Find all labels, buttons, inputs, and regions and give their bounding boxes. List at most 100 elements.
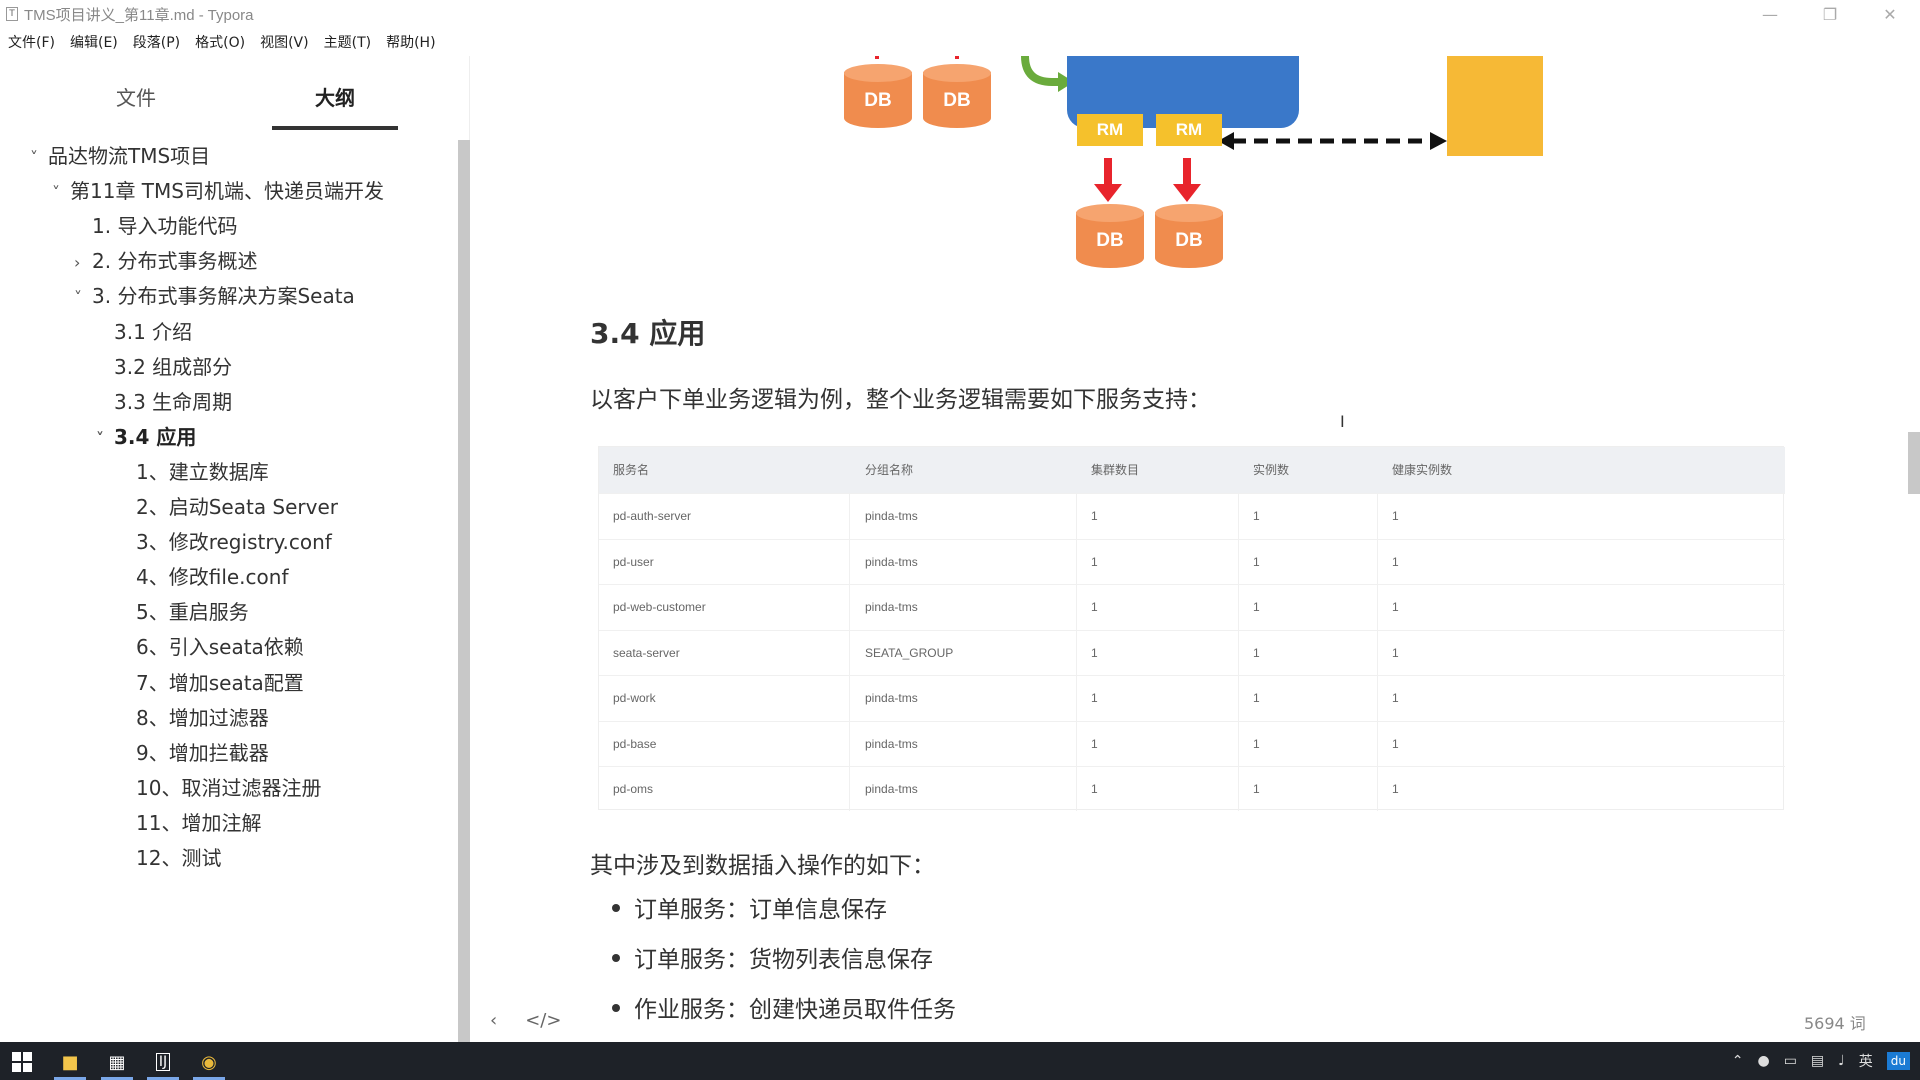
- rm-box: RM: [1156, 114, 1222, 146]
- table-row: pd-oms pinda-tms 1 1 1: [599, 766, 1785, 811]
- menu-format[interactable]: 格式(O): [195, 32, 245, 52]
- chevron-left-icon[interactable]: ‹: [490, 1010, 497, 1031]
- outline-item[interactable]: 11、增加注解: [118, 805, 261, 841]
- table-cell: pd-work: [613, 691, 656, 705]
- outline-item[interactable]: 9、增加拦截器: [118, 735, 269, 771]
- outline-item[interactable]: ˅ 品达物流TMS项目: [30, 138, 210, 174]
- microphone-icon[interactable]: ●: [1757, 1053, 1769, 1069]
- chevron-down-icon[interactable]: ˅: [74, 280, 92, 316]
- menu-help[interactable]: 帮助(H): [386, 32, 435, 52]
- window-controls: — ❐ ✕: [1740, 0, 1920, 28]
- outline-item[interactable]: 4、修改file.conf: [118, 559, 289, 595]
- table-cell: 1: [1253, 782, 1260, 796]
- table-cell: SEATA_GROUP: [865, 645, 954, 660]
- chevron-down-icon[interactable]: ˅: [52, 175, 70, 211]
- tab-files[interactable]: 文件: [73, 76, 199, 124]
- menu-file[interactable]: 文件(F): [8, 32, 55, 52]
- menu-bar: 文件(F) 编辑(E) 段落(P) 格式(O) 视图(V) 主题(T) 帮助(H…: [0, 30, 451, 54]
- menu-edit[interactable]: 编辑(E): [70, 32, 118, 52]
- windows-start-icon[interactable]: [0, 1046, 44, 1078]
- minimize-icon[interactable]: —: [1740, 0, 1800, 28]
- outline-item[interactable]: 6、引入seata依赖: [118, 629, 304, 665]
- outline-item[interactable]: 3、修改registry.conf: [118, 524, 332, 560]
- title-bar: T TMS项目讲义_第11章.md - Typora — ❐ ✕: [0, 0, 1920, 28]
- menu-paragraph[interactable]: 段落(P): [133, 32, 180, 52]
- close-icon[interactable]: ✕: [1860, 0, 1920, 28]
- outline-item[interactable]: ˅ 3.4 应用: [96, 419, 196, 455]
- table-cell: 1: [1091, 736, 1098, 751]
- menu-theme[interactable]: 主题(T): [324, 32, 371, 52]
- baidu-ime-icon[interactable]: du: [1886, 1052, 1910, 1070]
- table-cell: 1: [1091, 600, 1098, 614]
- outline-item-label: 3.2 组成部分: [114, 354, 233, 379]
- db-top: [1076, 204, 1144, 222]
- db-cylinder: DB: [844, 64, 912, 134]
- outline-item-label: 3、修改registry.conf: [136, 530, 332, 555]
- outline-item-label: 3.3 生命周期: [114, 389, 233, 414]
- content-scrollbar[interactable]: [1908, 432, 1920, 494]
- chevron-down-icon[interactable]: ˅: [96, 421, 114, 457]
- table-cell: 1: [1253, 600, 1260, 614]
- word-count[interactable]: 5694 词: [1804, 1010, 1866, 1034]
- chrome-icon[interactable]: ◉: [187, 1046, 231, 1080]
- outline-item[interactable]: 10、取消过滤器注册: [118, 770, 321, 806]
- tab-outline-label: 大纲: [315, 86, 355, 110]
- outline-item[interactable]: 8、增加过滤器: [118, 700, 269, 736]
- editor-content[interactable]: DB DB RM RM DB DB 3.4 应用 以客户下单业务逻辑为例，整个业…: [472, 56, 1902, 1042]
- typora-icon[interactable]: ▦: [95, 1046, 139, 1080]
- tab-outline[interactable]: 大纲: [272, 76, 398, 130]
- folder-glyph: ■: [61, 1051, 79, 1073]
- db-top: [923, 64, 991, 82]
- table-cell: 1: [1253, 554, 1260, 569]
- outline-item[interactable]: › 2. 分布式事务概述: [74, 243, 257, 279]
- outline-item[interactable]: ˅ 第11章 TMS司机端、快递员端开发: [52, 173, 384, 209]
- outline-item[interactable]: 12、测试: [118, 840, 221, 876]
- dashed-arrowhead-right: [1430, 132, 1447, 150]
- outline-item[interactable]: ˅ 3. 分布式事务解决方案Seata: [74, 278, 355, 314]
- menu-view[interactable]: 视图(V): [260, 32, 309, 52]
- table-cell: 1: [1091, 691, 1098, 705]
- red-mark-1: [875, 56, 879, 59]
- chevron-right-icon[interactable]: ›: [74, 245, 92, 281]
- ime-language[interactable]: 英: [1859, 1051, 1873, 1071]
- sidebar-scrollbar[interactable]: [458, 140, 470, 1042]
- table-row: pd-web-customer pinda-tms 1 1 1: [599, 584, 1785, 629]
- outline-item-label: 第11章 TMS司机端、快递员端开发: [70, 179, 384, 204]
- outline-item[interactable]: 1. 导入功能代码: [74, 208, 237, 244]
- table-header-cell: 健康实例数: [1392, 463, 1453, 477]
- restore-icon[interactable]: ❐: [1800, 0, 1860, 28]
- chevron-up-icon[interactable]: ⌃: [1732, 1053, 1744, 1069]
- db-top: [1155, 204, 1223, 222]
- outline-item[interactable]: 2、启动Seata Server: [118, 489, 338, 525]
- outline-item-label: 4、修改file.conf: [136, 565, 289, 590]
- table-cell: 1: [1392, 782, 1399, 796]
- table-cell: 1: [1253, 645, 1260, 660]
- table-cell: 1: [1091, 645, 1098, 660]
- red-arrow-1: [1104, 158, 1112, 186]
- file-explorer-icon[interactable]: ■: [48, 1046, 92, 1080]
- outline-item[interactable]: 3.2 组成部分: [96, 349, 232, 385]
- outline-item[interactable]: 3.1 介绍: [96, 314, 192, 350]
- network-icon[interactable]: ▤: [1811, 1053, 1824, 1069]
- table-cell: pd-auth-server: [613, 509, 692, 523]
- outline-item[interactable]: 1、建立数据库: [118, 454, 269, 490]
- volume-icon[interactable]: ♩: [1838, 1053, 1845, 1069]
- intellij-icon[interactable]: IJ: [141, 1046, 185, 1080]
- table-cell: pinda-tms: [865, 554, 918, 569]
- battery-icon[interactable]: ▭: [1784, 1053, 1797, 1069]
- chrome-glyph: ◉: [201, 1051, 217, 1073]
- table-cell: 1: [1253, 691, 1260, 705]
- outline-item-label: 8、增加过滤器: [136, 705, 269, 730]
- outline-item-label: 5、重启服务: [136, 600, 249, 625]
- chevron-down-icon[interactable]: ˅: [30, 140, 48, 176]
- outline-item-label: 3. 分布式事务解决方案Seata: [92, 284, 355, 309]
- table-cell: pd-user: [613, 554, 654, 569]
- bullet-dot-icon: [612, 954, 620, 962]
- outline-item[interactable]: 7、增加seata配置: [118, 665, 304, 701]
- outline-item[interactable]: 3.3 生命周期: [96, 384, 232, 420]
- sidebar: 文件 大纲 ˅ 品达物流TMS项目 ˅ 第11章 TMS司机端、快递员端开发 1. 导入…: [0, 56, 470, 1042]
- table-cell: pd-oms: [613, 782, 654, 796]
- outline-item[interactable]: 5、重启服务: [118, 594, 249, 630]
- typora-glyph: ▦: [108, 1051, 126, 1073]
- source-code-toggle-icon[interactable]: </>: [525, 1010, 561, 1031]
